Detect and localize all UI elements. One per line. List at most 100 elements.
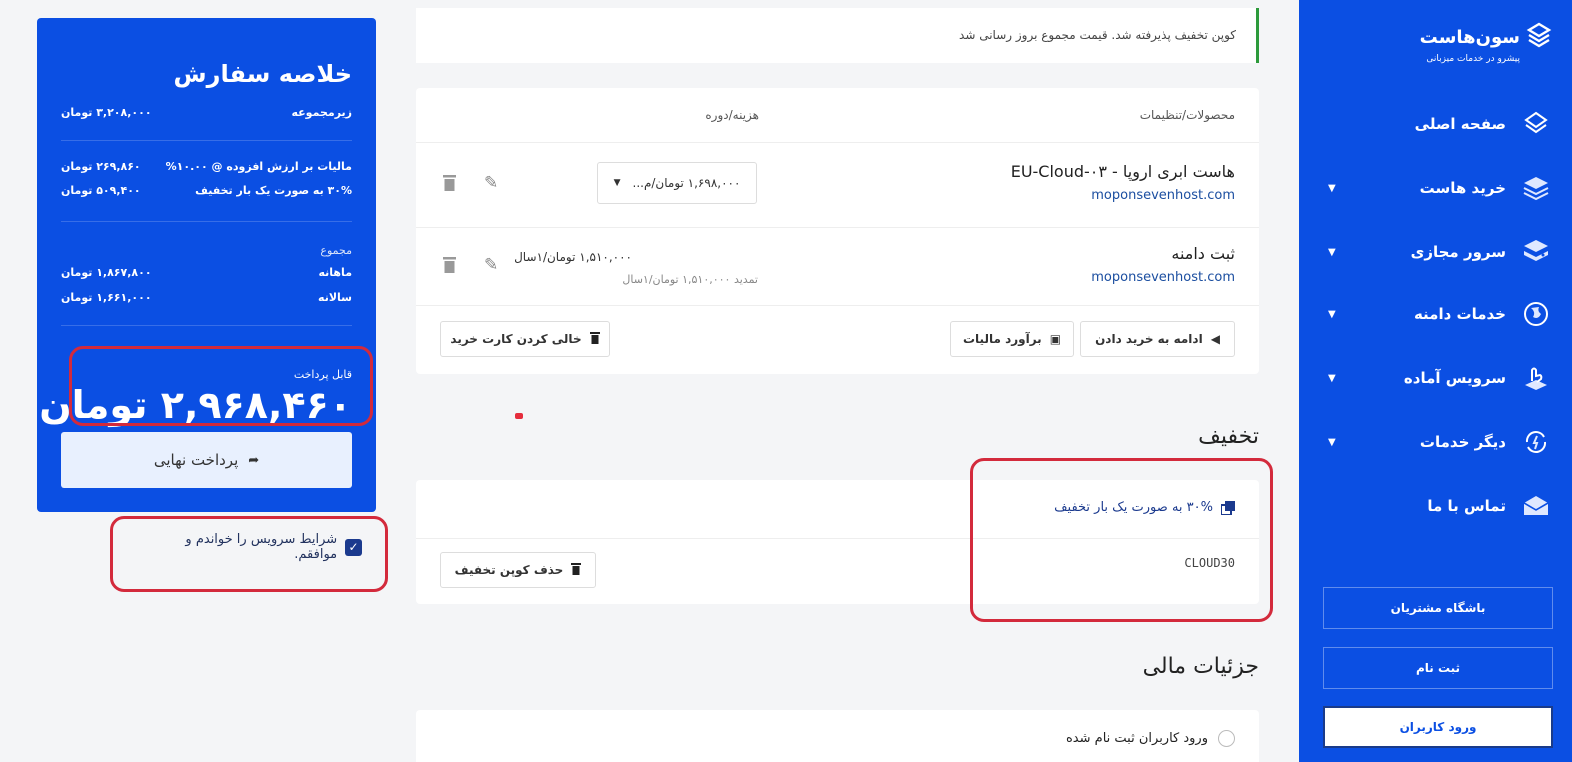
edit-icon[interactable]: ✎ <box>484 173 498 193</box>
existing-user-radio[interactable] <box>1218 730 1235 747</box>
remove-coupon-label: حذف کوپن تخفیف <box>454 563 564 577</box>
highlight-box-terms <box>110 516 388 592</box>
red-mark <box>515 413 523 419</box>
chevron-down-icon: ▼ <box>1328 182 1336 194</box>
trash-icon <box>589 331 600 347</box>
cart-item-name: هاست ابری اروپا - EU-Cloud-۰۳ <box>1010 162 1235 181</box>
chevron-down-icon: ▼ <box>613 178 621 188</box>
vat-row: مالیات بر ارزش افزوده @ ۱۰.۰۰% ۲۶۹,۸۶۰ ت… <box>61 160 352 173</box>
subtotal-label: زیرمجموعه <box>291 106 353 119</box>
customer-club-button[interactable]: باشگاه مشتریان <box>1323 587 1553 629</box>
trash-icon[interactable] <box>442 256 457 279</box>
subtotal-value: ۳,۲۰۸,۰۰۰ تومان <box>61 106 152 119</box>
discount-heading: تخفیف <box>1198 424 1259 449</box>
nav-ready-service[interactable]: سرویس آماده ▼ <box>1322 358 1552 398</box>
server-stack-icon <box>1520 236 1552 268</box>
row-divider <box>416 305 1259 306</box>
summary-title: خلاصه سفارش <box>173 60 352 88</box>
nav-other-services[interactable]: دیگر خدمات ▼ <box>1322 422 1552 462</box>
globe-icon <box>1520 298 1552 330</box>
brand-tagline: پیشرو در خدمات میزبانی <box>1426 54 1520 64</box>
cart-item-domain: moponsevenhost.com <box>1091 270 1235 285</box>
cart-item-domain: moponsevenhost.com <box>1091 188 1235 203</box>
nav-vps-label: سرور مجازی <box>1410 243 1506 261</box>
cart-header: محصولات/تنظیمات هزینه/دوره <box>416 88 1259 143</box>
divider <box>61 140 352 141</box>
vat-value: ۲۶۹,۸۶۰ تومان <box>61 160 141 173</box>
share-arrow-icon: ➦ <box>248 452 260 468</box>
coupon-notice-text: کوپن تخفیف پذیرفته شد. قیمت مجموع بروز ر… <box>959 28 1236 42</box>
logo-mark-icon <box>1520 108 1552 140</box>
trash-icon <box>571 562 582 578</box>
checkout-label: پرداخت نهایی <box>153 451 239 469</box>
yearly-row: سالانه ۱,۶۶۱,۰۰۰ تومان <box>61 291 352 304</box>
chevron-down-icon: ▼ <box>1328 436 1336 448</box>
mail-icon <box>1520 490 1552 522</box>
nav-other-services-label: دیگر خدمات <box>1419 433 1506 451</box>
monthly-label: ماهانه <box>318 266 353 279</box>
logo-mark-icon <box>1526 22 1552 52</box>
nav-home[interactable]: صفحه اصلی <box>1322 104 1552 144</box>
vat-label: مالیات بر ارزش افزوده @ ۱۰.۰۰% <box>165 160 352 173</box>
estimate-tax-button[interactable]: ▣ برآورد مالیات <box>950 321 1074 357</box>
brand-logo[interactable]: سون‌هاست پیشرو در خدمات میزبانی <box>1420 22 1552 64</box>
cart-item-price: ۱,۵۱۰,۰۰۰ تومان/۱سال <box>514 250 632 264</box>
nav-contact-label: تماس با ما <box>1427 497 1506 515</box>
totals-label: مجموع <box>320 244 352 257</box>
reply-arrow-icon: ◀ <box>1210 332 1220 346</box>
brand-name: سون‌هاست <box>1419 26 1520 48</box>
totals-heading: مجموع <box>61 244 352 257</box>
row-divider <box>416 227 1259 228</box>
layers-icon <box>1520 172 1552 204</box>
edit-icon[interactable]: ✎ <box>484 255 498 275</box>
divider <box>61 325 352 326</box>
nav-ready-service-label: سرویس آماده <box>1403 369 1506 387</box>
cart-item-name: ثبت دامنه <box>1171 244 1235 263</box>
checkout-button[interactable]: ➦ پرداخت نهایی <box>61 432 352 488</box>
chevron-down-icon: ▼ <box>1328 308 1336 320</box>
col-price: هزینه/دوره <box>705 108 759 122</box>
highlight-box-discount <box>970 458 1273 622</box>
continue-label: ادامه به خرید دادن <box>1095 332 1203 346</box>
nav-domain[interactable]: خدمات دامنه ▼ <box>1322 294 1552 334</box>
billing-cycle-select[interactable]: ۱,۶۹۸,۰۰۰ تومان/م... ▼ <box>597 162 757 204</box>
monthly-row: ماهانه ۱,۸۶۷,۸۰۰ تومان <box>61 266 352 279</box>
empty-cart-label: خالی کردن کارت خرید <box>450 332 582 346</box>
financial-card: ورود کاربران ثبت نام شده <box>416 710 1259 762</box>
subtotal-row: زیرمجموعه ۳,۲۰۸,۰۰۰ تومان <box>61 106 352 119</box>
login-button[interactable]: ورود کاربران <box>1323 706 1553 748</box>
remove-coupon-button[interactable]: حذف کوپن تخفیف <box>440 552 596 588</box>
nav-domain-label: خدمات دامنه <box>1413 305 1506 323</box>
monthly-value: ۱,۸۶۷,۸۰۰ تومان <box>61 266 152 279</box>
cart-card: محصولات/تنظیمات هزینه/دوره هاست ابری ارو… <box>416 88 1259 374</box>
highlight-box-total <box>69 346 373 426</box>
empty-cart-button[interactable]: خالی کردن کارت خرید <box>440 321 610 357</box>
nav-home-label: صفحه اصلی <box>1414 115 1506 133</box>
order-summary: خلاصه سفارش زیرمجموعه ۳,۲۰۸,۰۰۰ تومان ما… <box>37 18 376 512</box>
col-products: محصولات/تنظیمات <box>1139 108 1235 122</box>
estimate-label: برآورد مالیات <box>962 332 1042 346</box>
continue-shopping-button[interactable]: ◀ ادامه به خرید دادن <box>1080 321 1235 357</box>
chevron-down-icon: ▼ <box>1328 372 1336 384</box>
chevron-down-icon: ▼ <box>1328 246 1336 258</box>
discount-row: ۳۰% به صورت یک بار تخفیف ۵۰۹,۴۰۰ تومان <box>61 184 352 197</box>
money-icon: ▣ <box>1049 332 1062 346</box>
hand-box-icon <box>1520 362 1552 394</box>
existing-user-label: ورود کاربران ثبت نام شده <box>1066 731 1208 746</box>
nav-buy-host-label: خرید هاست <box>1419 179 1506 197</box>
gear-refresh-icon <box>1520 426 1552 458</box>
cart-item-renew: تمدید ۱,۵۱۰,۰۰۰ تومان/۱سال <box>622 273 758 286</box>
yearly-label: سالانه <box>318 291 352 304</box>
divider <box>61 221 352 222</box>
nav-buy-host[interactable]: خرید هاست ▼ <box>1322 168 1552 208</box>
trash-icon[interactable] <box>442 174 457 197</box>
discount-label: ۳۰% به صورت یک بار تخفیف <box>195 184 352 197</box>
nav-vps[interactable]: سرور مجازی ▼ <box>1322 232 1552 272</box>
nav-contact[interactable]: تماس با ما <box>1322 486 1552 526</box>
coupon-notice: کوپن تخفیف پذیرفته شد. قیمت مجموع بروز ر… <box>416 8 1259 63</box>
existing-user-option[interactable]: ورود کاربران ثبت نام شده <box>1066 730 1235 747</box>
discount-value: ۵۰۹,۴۰۰ تومان <box>61 184 141 197</box>
register-button[interactable]: ثبت نام <box>1323 647 1553 689</box>
financial-heading: جزئیات مالی <box>1142 654 1259 679</box>
yearly-value: ۱,۶۶۱,۰۰۰ تومان <box>61 291 152 304</box>
